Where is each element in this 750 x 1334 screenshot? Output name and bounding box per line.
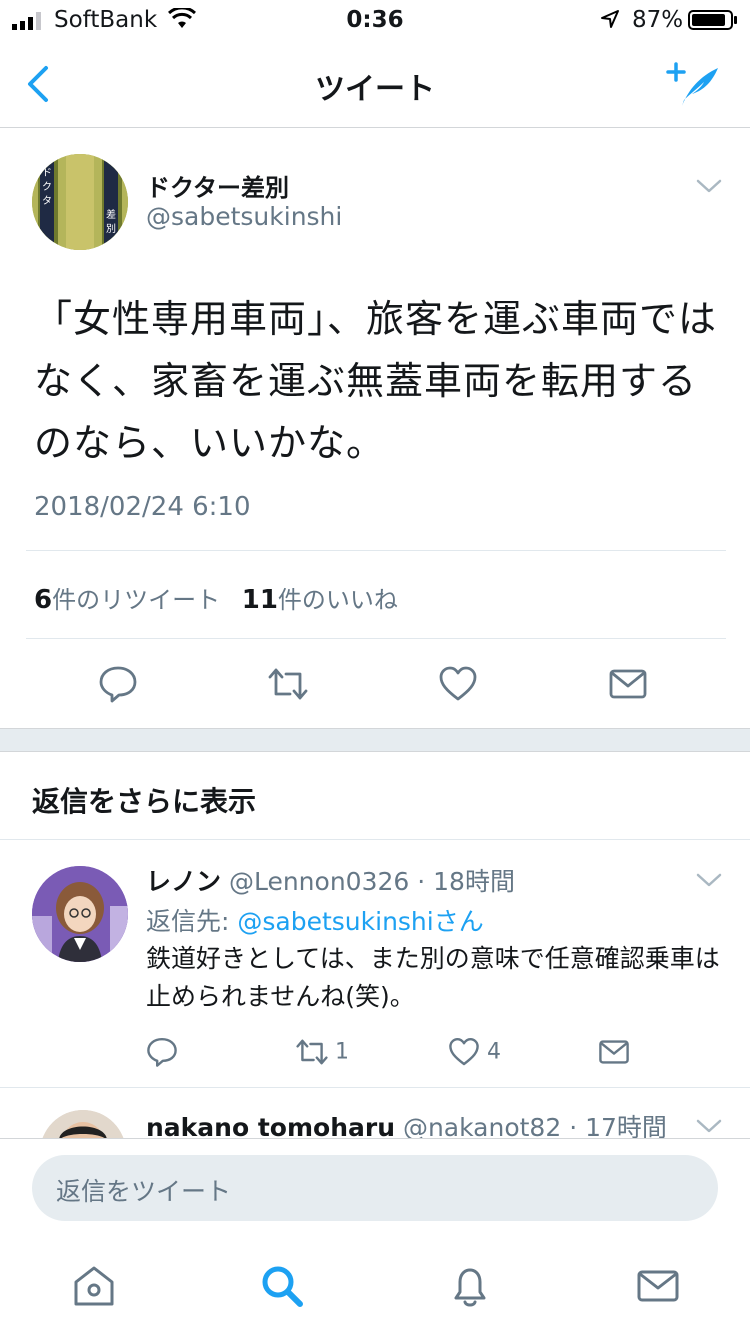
reply-tweet[interactable]: レノン @Lennon0326 · 18時間 返信先: @sabetsukins… [0,840,750,1088]
reply-like-button[interactable]: 4 [448,1036,501,1068]
like-icon[interactable] [438,664,478,704]
navigation-bar: ツイート [0,40,750,128]
tab-bar [0,1238,750,1334]
page-title: ツイート [315,72,435,107]
retweet-count: 1 [335,1039,349,1065]
divider [26,638,726,639]
like-count: 4 [487,1039,501,1065]
reply-input-placeholder: 返信をツイート [56,1177,232,1206]
direct-message-icon [599,1040,629,1064]
chevron-down-icon[interactable] [696,872,722,888]
reply-author-handle[interactable]: @nakanot82 [403,1113,561,1138]
search-icon[interactable] [258,1262,306,1310]
reply-to-line: 返信先: @sabetsukinshiさん [146,907,484,936]
tweet-timestamp: 2018/02/24 6:10 [34,492,251,522]
reply-author-name[interactable]: nakano tomoharu [146,1113,395,1138]
reply-to-link[interactable]: @sabetsukinshiさん [237,907,483,936]
retweet-icon[interactable] [268,664,308,704]
svg-text:ド: ド [42,168,52,179]
reply-age: · 18時間 [417,867,515,896]
avatar[interactable]: ド ク タ 差 別 [32,154,128,250]
notifications-icon[interactable] [446,1262,494,1310]
avatar[interactable] [40,1110,126,1138]
location-arrow-icon [601,10,619,28]
reply-icon [147,1038,177,1067]
reply-retweet-button[interactable]: 1 [296,1036,349,1068]
home-icon[interactable] [70,1262,118,1310]
section-gap [0,728,750,752]
chevron-down-icon[interactable] [696,178,722,194]
messages-icon[interactable] [634,1262,682,1310]
reply-composer: 返信をツイート [0,1138,750,1238]
more-replies-label: 返信をさらに表示 [32,785,257,818]
reply-input[interactable]: 返信をツイート [32,1155,718,1221]
reply-text: 鉄道好きとしては、また別の意味で任意確認乗車は止められませんね(笑)。 [146,944,720,1011]
battery-percent: 87% [632,7,684,33]
compose-tweet-icon[interactable] [664,60,724,110]
svg-text:別: 別 [106,223,116,235]
like-icon [449,1038,479,1066]
divider [26,550,726,551]
avatar[interactable] [32,866,128,962]
chevron-down-icon[interactable] [696,1118,722,1134]
reply-dm-button[interactable] [598,1036,630,1068]
status-bar: SoftBank 0:36 87% [0,0,750,40]
reply-tweet[interactable]: nakano tomoharu @nakanot82 · 17時間 [0,1088,750,1138]
reply-reply-button[interactable] [146,1036,178,1068]
reply-age: · 17時間 [569,1113,667,1138]
battery-icon [688,10,737,30]
svg-text:ク: ク [42,181,52,193]
reply-author-handle[interactable]: @Lennon0326 [229,867,409,896]
tweet-stats: 6件のリツイート 11件のいいね [34,580,398,615]
author-handle[interactable]: @sabetsukinshi [146,202,342,231]
reply-icon[interactable] [98,664,138,704]
retweet-icon [296,1039,328,1065]
reply-header: レノン @Lennon0326 · 18時間 [146,862,515,898]
like-stat[interactable]: 11件のいいね [242,585,398,615]
svg-text:差: 差 [106,208,116,221]
tweet-text: 「女性専用車両」、旅客を運ぶ車両ではなく、家畜を運ぶ無蓋車両を転用するのなら、い… [34,297,718,465]
direct-message-icon[interactable] [608,664,648,704]
svg-text:タ: タ [42,195,52,207]
retweet-stat[interactable]: 6件のリツイート [34,585,220,615]
reply-author-name[interactable]: レノン [146,867,221,896]
author-name[interactable]: ドクター差別 [146,168,289,203]
main-tweet: ド ク タ 差 別 ドクター差別 @sabetsukinshi 「女性専用車両」… [0,128,750,728]
more-replies-button[interactable]: 返信をさらに表示 [0,752,750,840]
reply-header: nakano tomoharu @nakanot82 · 17時間 [146,1108,667,1138]
